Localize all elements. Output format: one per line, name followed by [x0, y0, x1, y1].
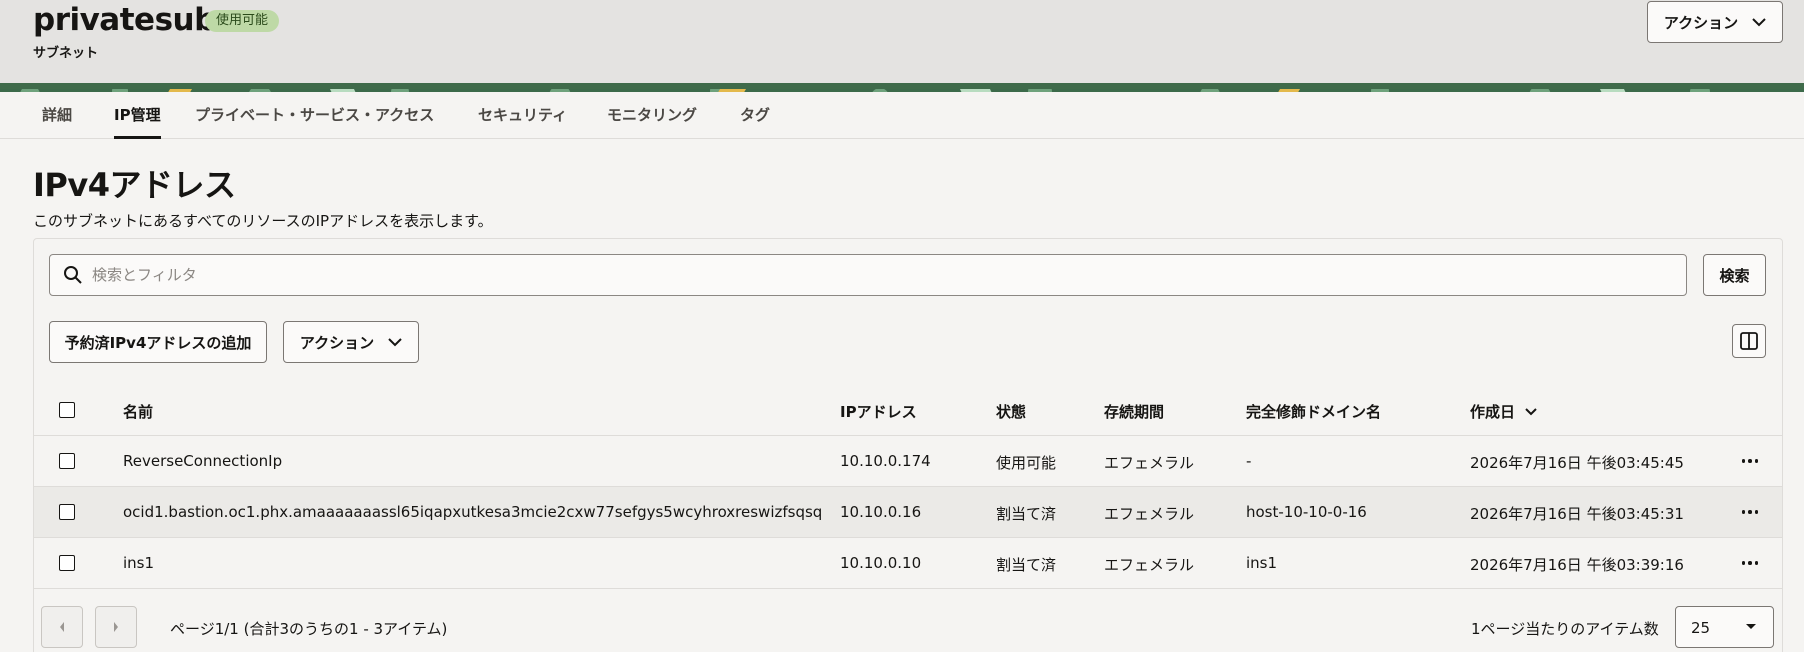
- column-header-created-label: 作成日: [1470, 403, 1516, 421]
- table-actions-label: アクション: [299, 333, 375, 352]
- cell-lifetime: エフェメラル: [1104, 454, 1195, 472]
- table-row[interactable]: ocid1.bastion.oc1.phx.amaaaaaaassl65iqap…: [34, 487, 1782, 538]
- cell-created: 2026年7月16日 午後03:45:45: [1470, 454, 1684, 472]
- page-subtitle: サブネット: [33, 46, 99, 61]
- search-button[interactable]: 検索: [1703, 254, 1766, 296]
- cell-name: ocid1.bastion.oc1.phx.amaaaaaaassl65iqap…: [123, 503, 823, 521]
- header-actions-label: アクション: [1663, 13, 1739, 32]
- per-page-value: 25: [1691, 619, 1711, 637]
- section-title: IPv4アドレス: [33, 166, 236, 204]
- cell-fqdn: ins1: [1246, 554, 1278, 572]
- status-badge: 使用可能: [205, 10, 280, 32]
- page-title: privatesub: [33, 2, 216, 38]
- chevron-down-icon: [1752, 17, 1766, 26]
- cell-created: 2026年7月16日 午後03:45:31: [1470, 505, 1684, 523]
- table-actions-button[interactable]: アクション: [283, 321, 419, 363]
- row-more-icon[interactable]: [1738, 451, 1762, 471]
- chevron-down-icon: [388, 337, 402, 346]
- next-page-button[interactable]: [95, 606, 137, 648]
- column-header-created[interactable]: 作成日: [1470, 401, 1537, 422]
- cell-ip: 10.10.0.16: [840, 503, 922, 521]
- column-header-lifetime[interactable]: 存続期間: [1104, 401, 1164, 422]
- cell-created: 2026年7月16日 午後03:39:16: [1470, 556, 1684, 574]
- cell-lifetime: エフェメラル: [1104, 556, 1195, 574]
- tab-details[interactable]: 詳細: [42, 92, 72, 139]
- column-layout-button[interactable]: [1732, 324, 1766, 358]
- cell-ip: 10.10.0.174: [840, 452, 931, 470]
- pagination-summary: ページ1/1 (合計3のうちの1 - 3アイテム): [170, 620, 448, 638]
- previous-page-button[interactable]: [41, 606, 83, 648]
- tab-monitoring[interactable]: モニタリング: [607, 92, 697, 139]
- per-page-select[interactable]: 25: [1675, 606, 1774, 648]
- cell-fqdn: -: [1246, 452, 1252, 470]
- column-header-ip[interactable]: IPアドレス: [840, 401, 917, 422]
- search-icon: [64, 266, 82, 284]
- search-box[interactable]: [49, 254, 1687, 296]
- caret-down-icon: [1746, 624, 1756, 629]
- column-header-state[interactable]: 状態: [996, 401, 1026, 422]
- cell-state: 割当て済: [996, 556, 1057, 574]
- cell-state: 使用可能: [996, 454, 1057, 472]
- cell-fqdn: host-10-10-0-16: [1246, 503, 1367, 521]
- decorative-banner: [0, 83, 1804, 92]
- column-header-fqdn[interactable]: 完全修飾ドメイン名: [1246, 401, 1381, 422]
- table-row[interactable]: ReverseConnectionIp 10.10.0.174 使用可能 エフェ…: [34, 436, 1782, 487]
- row-checkbox[interactable]: [59, 453, 75, 469]
- cell-name: ReverseConnectionIp: [123, 452, 283, 470]
- cell-ip: 10.10.0.10: [840, 554, 922, 572]
- cell-lifetime: エフェメラル: [1104, 505, 1195, 523]
- sort-descending-icon: [1525, 407, 1537, 415]
- select-all-checkbox[interactable]: [59, 402, 75, 418]
- per-page-label: 1ページ当たりのアイテム数: [1471, 620, 1659, 638]
- chevron-right-icon: [114, 622, 118, 632]
- row-checkbox[interactable]: [59, 555, 75, 571]
- header-actions-button[interactable]: アクション: [1647, 1, 1783, 43]
- tab-tags[interactable]: タグ: [740, 92, 770, 139]
- section-description: このサブネットにあるすべてのリソースのIPアドレスを表示します。: [33, 212, 493, 230]
- search-input[interactable]: [92, 255, 1672, 295]
- row-checkbox[interactable]: [59, 504, 75, 520]
- cell-state: 割当て済: [996, 505, 1057, 523]
- column-header-name[interactable]: 名前: [123, 401, 153, 422]
- row-more-icon[interactable]: [1738, 502, 1762, 522]
- tab-bar: 詳細 IP管理 プライベート・サービス・アクセス セキュリティ モニタリング タ…: [0, 92, 1804, 139]
- page-header: privatesub 使用可能 サブネット アクション: [0, 0, 1804, 83]
- table-header: 名前 IPアドレス 状態 存続期間 完全修飾ドメイン名 作成日: [34, 385, 1782, 436]
- add-reserved-ipv4-button[interactable]: 予約済IPv4アドレスの追加: [49, 321, 267, 363]
- columns-icon: [1740, 332, 1758, 350]
- tab-private-service-access[interactable]: プライベート・サービス・アクセス: [195, 92, 434, 139]
- tab-ip-management[interactable]: IP管理: [114, 92, 161, 139]
- row-more-icon[interactable]: [1738, 553, 1762, 573]
- tab-security[interactable]: セキュリティ: [478, 92, 567, 139]
- table-row[interactable]: ins1 10.10.0.10 割当て済 エフェメラル ins1 2026年7月…: [34, 538, 1782, 589]
- cell-name: ins1: [123, 554, 155, 572]
- chevron-left-icon: [60, 622, 64, 632]
